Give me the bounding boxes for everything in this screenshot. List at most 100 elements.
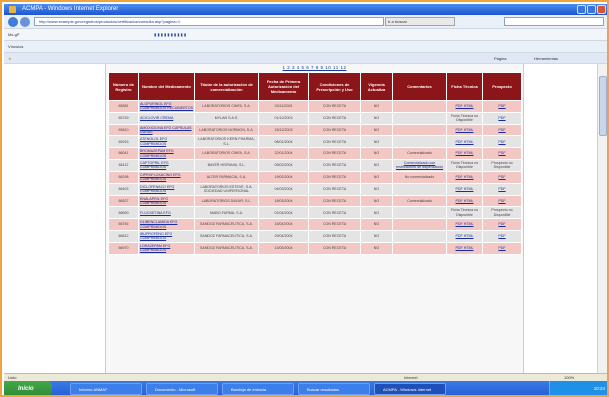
tab-toolbar: ★ ANMAT Página Herramientas	[4, 53, 607, 114]
cell-vigencia: NO	[360, 241, 393, 255]
col-ficha[interactable]: Ficha Técnica	[446, 72, 483, 101]
back-icon[interactable]	[8, 17, 18, 27]
cell-registro: 66812	[108, 229, 139, 243]
col-registro[interactable]: Número de Registro	[108, 72, 139, 101]
address-input[interactable]: http://www.example.gov/registros/product…	[34, 17, 384, 26]
cell-nombre[interactable]: ACICLOVIR CREMA	[138, 111, 195, 125]
table-row: 65915 ATENOLOL EFG COMPRIMIDOS LABORATORIO…	[108, 135, 522, 149]
cell-prospecto[interactable]: PDF	[482, 229, 522, 243]
maximize-icon[interactable]	[587, 5, 596, 14]
cell-prospecto[interactable]: PDF	[482, 135, 522, 149]
cell-nombre[interactable]: ALOPURINOL EFG COMPRIMIDOS RECUBIERTOS	[138, 100, 195, 113]
table-row: 65749 ACICLOVIR CREMA MYLAN S.A.S. 01/12/20…	[108, 111, 522, 125]
cell-prospecto[interactable]: PDF	[482, 218, 522, 231]
cell-prospecto[interactable]: PDF	[482, 241, 522, 255]
cell-ficha[interactable]: PDF HTML	[446, 147, 483, 161]
cell-prospecto[interactable]: PDF	[482, 147, 522, 161]
cell-prospecto[interactable]: Prospecto no Disponible	[482, 206, 522, 220]
taskbar-item-active[interactable]: ACMPA - Windows Internet	[374, 383, 446, 395]
cell-ficha[interactable]: PDF HTML	[446, 241, 483, 255]
start-button[interactable]: Inicio	[4, 381, 52, 395]
cell-prospecto[interactable]: PDF	[482, 170, 522, 184]
table-row: 66403 DICLOFENACO EFG COMPRIMIDOS LABORATO…	[108, 182, 522, 196]
pagination[interactable]: 1 2 3 4 5 6 7 8 9 10 11 12	[106, 65, 523, 70]
cell-fecha: 15/04/2004	[258, 218, 309, 231]
cell-prospecto[interactable]: PDF	[482, 100, 522, 113]
cell-titular: MYLAN S.A.S.	[194, 111, 259, 125]
taskbar-item[interactable]: Bandeja de entrada	[222, 383, 294, 395]
cell-prospecto[interactable]: PDF	[482, 123, 522, 137]
cell-vigencia: NO	[360, 123, 393, 137]
cell-ficha[interactable]: PDF HTML	[446, 170, 483, 184]
close-icon[interactable]	[597, 5, 606, 14]
clock: 10:24	[593, 386, 605, 391]
cell-nombre[interactable]: GLIBENCLAMIDA EFG COMPRIMIDOS	[138, 218, 195, 231]
table-row: 65581 ALOPURINOL EFG COMPRIMIDOS RECUBIER…	[108, 100, 522, 113]
cell-comentarios	[392, 135, 447, 149]
minimize-icon[interactable]	[577, 5, 586, 14]
scrollbar-thumb[interactable]	[599, 76, 607, 136]
cell-nombre[interactable]: IBUPROFENO EFG COMPRIMIDOS	[138, 229, 195, 243]
col-titular[interactable]: Titular de la autorización de comerciali…	[194, 72, 259, 101]
cell-ficha[interactable]: PDF HTML	[446, 218, 483, 231]
taskbar-item[interactable]: Documento - Microsoft	[146, 383, 218, 395]
cell-ficha[interactable]: PDF HTML	[446, 182, 483, 196]
cell-nombre[interactable]: ENALAPRIL EFG COMPRIMIDOS	[138, 194, 195, 208]
cell-condiciones: CON RECETA	[308, 182, 361, 196]
cell-nombre[interactable]: ATENOLOL EFG COMPRIMIDOS	[138, 135, 195, 149]
vertical-scrollbar[interactable]	[597, 64, 607, 373]
cell-registro: 65749	[108, 111, 139, 125]
search-input[interactable]	[504, 17, 604, 26]
go-button[interactable]: Ir a buscar	[385, 17, 455, 26]
col-fecha[interactable]: Fecha de Primera Autorización del Medica…	[258, 72, 309, 101]
cell-prospecto[interactable]: PDF	[482, 111, 522, 125]
cell-ficha[interactable]: PDF HTML	[446, 229, 483, 243]
cell-registro: 66298	[108, 170, 139, 184]
cell-registro: 66403	[108, 182, 139, 196]
cell-ficha[interactable]: PDF HTML	[446, 135, 483, 149]
col-condiciones[interactable]: Condiciones de Prescripción y Uso	[308, 72, 361, 101]
cell-ficha[interactable]: Ficha Técnica no Disponible	[446, 206, 483, 220]
col-prospecto[interactable]: Prospecto	[482, 72, 522, 101]
cell-fecha: 22/01/2004	[258, 147, 309, 161]
toolbar-buttons[interactable]: ▮ ▮ ▮ ▮ ▮ ▮ ▮ ▮ ▮ ▮	[154, 31, 186, 39]
cell-nombre[interactable]: LORAZEPAM EFG COMPRIMIDOS	[138, 241, 195, 255]
cell-nombre[interactable]: DICLOFENACO EFG COMPRIMIDOS	[138, 182, 195, 196]
cell-condiciones: CON RECETA	[308, 206, 361, 220]
cell-nombre[interactable]: FLUOXETINA EFG	[138, 206, 195, 220]
cell-prospecto[interactable]: Prospecto no Disponible	[482, 159, 522, 172]
cell-ficha[interactable]: PDF HTML	[446, 123, 483, 137]
cell-nombre[interactable]: BROMAZEPAM EFG COMPRIMIDOS	[138, 147, 195, 161]
cell-nombre[interactable]: CIPROFLOXACINO EFG COMPRIMIDOS	[138, 170, 195, 184]
cell-comentarios	[392, 100, 447, 113]
cell-prospecto[interactable]: PDF	[482, 182, 522, 196]
cell-ficha[interactable]: Ficha Técnica no Disponible	[446, 111, 483, 125]
table-row: 66112 CAPTOPRIL EFG COMPRIMIDOS BAYER HISP…	[108, 159, 522, 172]
taskbar-item[interactable]: Buscar resultados	[298, 383, 370, 395]
cell-prospecto[interactable]: PDF	[482, 194, 522, 208]
links-toolbar: Vínculos	[4, 41, 607, 53]
tools-menu[interactable]: Herramientas	[534, 55, 558, 63]
zoom-level[interactable]: 100%	[564, 374, 574, 381]
page-menu[interactable]: Página	[494, 55, 506, 63]
cell-ficha[interactable]: Ficha Técnica no Disponible	[446, 159, 483, 172]
cell-comentarios	[392, 123, 447, 137]
cell-vigencia: NO	[360, 100, 393, 113]
cell-ficha[interactable]: PDF HTML	[446, 194, 483, 208]
col-vigencia[interactable]: Vigencia Actualiza	[360, 72, 393, 101]
cell-titular: LABORATORIOS CINFA, S.A.	[194, 147, 259, 161]
cell-nombre[interactable]: AMOXICILINA EFG CAPSULAS DURAS	[138, 123, 195, 137]
cell-ficha[interactable]: PDF HTML	[446, 100, 483, 113]
cell-fecha: 03/11/2003	[258, 100, 309, 113]
col-comentarios[interactable]: Comentarios	[392, 72, 447, 101]
links-label[interactable]: Vínculos	[8, 43, 23, 51]
cell-nombre[interactable]: CAPTOPRIL EFG COMPRIMIDOS	[138, 159, 195, 172]
cell-condiciones: CON RECETA	[308, 159, 361, 172]
cell-fecha: 01/12/2003	[258, 111, 309, 125]
taskbar-item[interactable]: Informe ANMAT	[70, 383, 142, 395]
cell-vigencia: NO	[360, 170, 393, 184]
col-nombre[interactable]: Nombre del Medicamento	[138, 72, 195, 101]
cell-vigencia: NO	[360, 182, 393, 196]
forward-icon[interactable]	[20, 17, 30, 27]
favorites-icon[interactable]: ★	[8, 55, 12, 63]
